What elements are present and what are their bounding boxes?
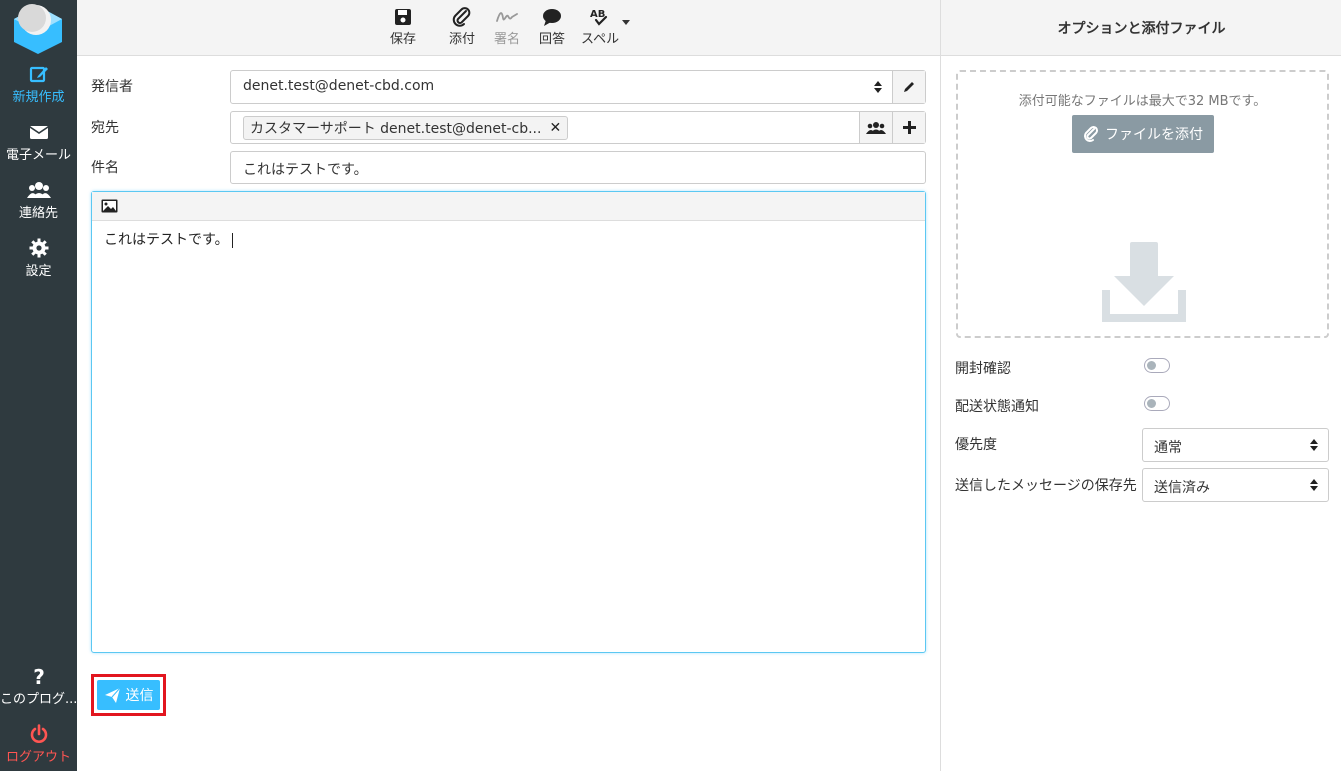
subject-label: 件名 <box>91 160 119 176</box>
attachment-dropzone[interactable]: 添付可能なファイルは最大で32 MBです。 ファイルを添付 <box>956 70 1329 338</box>
attach-label: 添付 <box>449 32 476 47</box>
recipient-chip[interactable]: カスタマーサポート denet.test@denet-cb... ✕ <box>243 116 569 140</box>
sidebar-item-label: 連絡先 <box>18 206 58 221</box>
spell-label: スペル <box>581 32 620 47</box>
gear-icon <box>29 238 48 258</box>
image-icon[interactable] <box>101 199 118 213</box>
svg-text:AB: AB <box>590 9 605 20</box>
sidebar: 新規作成 電子メール 連絡先 設定 ? このプログ... ログアウト <box>0 0 77 771</box>
save-sent-select[interactable]: 送信済み <box>1142 468 1329 502</box>
message-body[interactable]: これはテストです。 <box>104 229 233 249</box>
pencil-icon <box>904 82 914 92</box>
body-text: これはテストです。 <box>104 232 229 248</box>
attach-file-button[interactable]: ファイルを添付 <box>1072 115 1214 153</box>
to-field[interactable]: カスタマーサポート denet.test@denet-cb... ✕ <box>230 111 926 144</box>
floppy-icon <box>395 9 411 25</box>
to-label: 宛先 <box>91 120 119 136</box>
sidebar-item-logout[interactable]: ログアウト <box>0 723 77 765</box>
from-select[interactable]: denet.test@denet-cbd.com <box>230 70 926 104</box>
priority-select[interactable]: 通常 <box>1142 428 1329 462</box>
dropzone-hint: 添付可能なファイルは最大で32 MBです。 <box>1018 94 1267 109</box>
send-button-highlight: 送信 <box>91 674 166 716</box>
message-editor[interactable]: これはテストです。 <box>91 191 926 653</box>
compose-toolbar: 保存 添付 署名 回答 AB スペル <box>77 0 940 56</box>
sidebar-item-label: このプログ... <box>0 692 77 707</box>
attach-button[interactable]: 添付 <box>449 6 475 47</box>
paperclip-icon <box>1084 125 1099 142</box>
question-icon: ? <box>33 665 45 687</box>
dsn-label: 配送状態通知 <box>955 399 1039 415</box>
paperclip-icon <box>452 7 471 27</box>
download-icon <box>1102 242 1186 322</box>
priority-value: 通常 <box>1154 440 1182 456</box>
edit-identity-button[interactable] <box>892 71 925 103</box>
save-sent-label: 送信したメッセージの保存先 <box>955 478 1137 494</box>
spell-dropdown-caret-icon[interactable] <box>622 20 630 25</box>
save-sent-value: 送信済み <box>1154 480 1210 496</box>
envelope-icon <box>29 126 48 139</box>
plus-icon <box>902 121 916 134</box>
subject-value: これはテストです。 <box>243 162 368 178</box>
users-icon <box>866 121 886 134</box>
responses-button[interactable]: 回答 <box>539 6 565 47</box>
sort-arrows-icon <box>1310 439 1318 451</box>
spellcheck-icon: AB <box>590 9 608 26</box>
power-icon <box>30 724 47 743</box>
responses-label: 回答 <box>539 32 566 47</box>
read-receipt-toggle[interactable] <box>1144 358 1170 373</box>
paper-plane-icon <box>104 687 120 703</box>
signature-icon <box>496 12 518 22</box>
sidebar-item-label: 新規作成 <box>12 90 65 105</box>
sidebar-item-label: 電子メール <box>5 148 71 163</box>
attach-file-label: ファイルを添付 <box>1105 127 1203 143</box>
signature-label: 署名 <box>494 32 521 47</box>
recipient-text: カスタマーサポート denet.test@denet-cb... <box>250 121 542 137</box>
save-button[interactable]: 保存 <box>390 6 416 47</box>
from-value: denet.test@denet-cbd.com <box>243 78 435 94</box>
svg-text:?: ? <box>33 665 45 687</box>
sidebar-item-label: ログアウト <box>5 750 71 765</box>
sidebar-item-mail[interactable]: 電子メール <box>0 121 77 163</box>
dsn-toggle[interactable] <box>1144 396 1170 411</box>
send-button[interactable]: 送信 <box>97 680 160 710</box>
signature-button[interactable]: 署名 <box>494 6 520 47</box>
from-label: 発信者 <box>91 79 133 95</box>
options-panel: オプションと添付ファイル 添付可能なファイルは最大で32 MBです。 ファイルを… <box>940 0 1341 771</box>
app-logo <box>14 4 62 54</box>
add-header-button[interactable] <box>892 112 925 143</box>
priority-label: 優先度 <box>955 437 997 453</box>
sidebar-item-about[interactable]: ? このプログ... <box>0 665 77 707</box>
sort-arrows-icon <box>874 81 882 93</box>
save-label: 保存 <box>390 32 417 47</box>
remove-recipient-icon[interactable]: ✕ <box>549 120 561 136</box>
compose-icon <box>29 66 48 83</box>
send-label: 送信 <box>125 688 154 704</box>
text-cursor <box>231 232 233 248</box>
sidebar-item-contacts[interactable]: 連絡先 <box>0 179 77 221</box>
sidebar-item-label: 設定 <box>25 264 52 279</box>
address-book-button[interactable] <box>859 112 892 143</box>
sort-arrows-icon <box>1310 479 1318 491</box>
sidebar-item-settings[interactable]: 設定 <box>0 237 77 279</box>
spell-button[interactable]: AB スペル <box>581 6 619 47</box>
speech-bubble-icon <box>543 9 561 26</box>
users-icon <box>26 182 51 198</box>
sidebar-item-compose[interactable]: 新規作成 <box>0 63 77 105</box>
editor-toolbar <box>92 192 925 221</box>
read-receipt-label: 開封確認 <box>955 361 1011 377</box>
options-panel-title: オプションと添付ファイル <box>941 0 1341 56</box>
subject-input[interactable]: これはテストです。 <box>230 151 926 184</box>
